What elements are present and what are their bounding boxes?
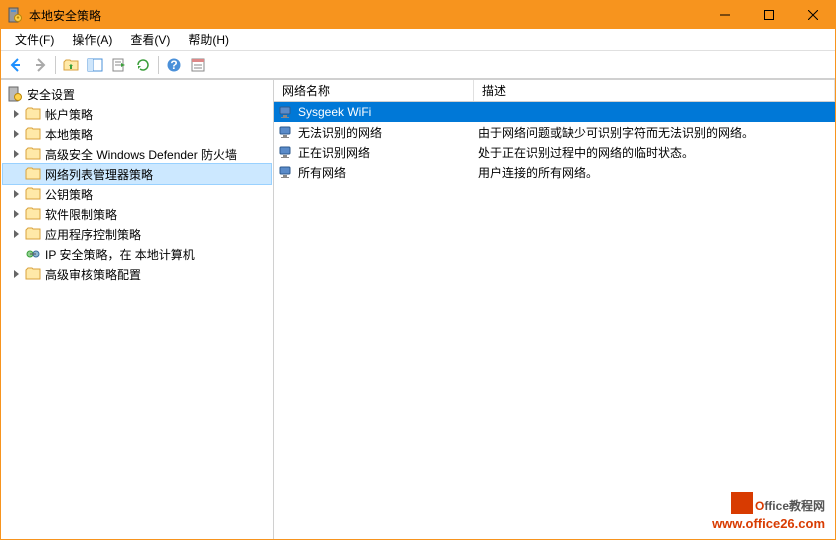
close-button[interactable] <box>791 1 835 29</box>
show-hide-tree-button[interactable] <box>84 54 106 76</box>
list-row[interactable]: 所有网络用户连接的所有网络。 <box>274 162 835 182</box>
properties-icon <box>190 57 206 73</box>
watermark: Office教程网 www.office26.com <box>712 492 825 531</box>
ipsec-icon <box>25 246 41 262</box>
menu-file[interactable]: 文件(F) <box>7 29 62 50</box>
refresh-button[interactable] <box>132 54 154 76</box>
toolbar-separator <box>55 56 56 74</box>
expander-icon[interactable] <box>11 148 23 160</box>
network-icon <box>278 124 294 140</box>
tree-item[interactable]: 软件限制策略 <box>3 204 271 224</box>
toolbar-separator <box>158 56 159 74</box>
menubar: 文件(F) 操作(A) 查看(V) 帮助(H) <box>1 29 835 51</box>
cell-name: 正在识别网络 <box>274 144 474 161</box>
tree-item-label: 网络列表管理器策略 <box>45 166 153 183</box>
expander-icon[interactable] <box>11 188 23 200</box>
tree-item[interactable]: 公钥策略 <box>3 184 271 204</box>
network-icon <box>278 164 294 180</box>
tree-root[interactable]: 安全设置 <box>3 84 271 104</box>
svg-text:?: ? <box>170 58 177 72</box>
forward-arrow-icon <box>32 57 48 73</box>
up-button[interactable] <box>60 54 82 76</box>
window-controls <box>703 1 835 29</box>
cell-name: 无法识别的网络 <box>274 124 474 141</box>
tree-pane[interactable]: 安全设置 帐户策略本地策略高级安全 Windows Defender 防火墙网络… <box>1 80 274 539</box>
close-icon <box>808 10 818 20</box>
tree-item-label: 软件限制策略 <box>45 206 117 223</box>
cell-name: 所有网络 <box>274 164 474 181</box>
folder-icon <box>25 206 41 222</box>
tree-item[interactable]: IP 安全策略，在 本地计算机 <box>3 244 271 264</box>
menu-help[interactable]: 帮助(H) <box>180 29 237 50</box>
expander-icon[interactable] <box>11 208 23 220</box>
maximize-icon <box>764 10 774 20</box>
cell-name: Sysgeek WiFi <box>274 104 474 120</box>
list-header: 网络名称 描述 <box>274 80 835 102</box>
back-button[interactable] <box>5 54 27 76</box>
network-icon <box>278 144 294 160</box>
security-settings-icon <box>7 86 23 102</box>
network-icon <box>278 104 294 120</box>
window-title: 本地安全策略 <box>29 7 703 24</box>
toolbar: ? <box>1 51 835 79</box>
tree-item[interactable]: 本地策略 <box>3 124 271 144</box>
folder-icon <box>25 126 41 142</box>
forward-button[interactable] <box>29 54 51 76</box>
back-arrow-icon <box>8 57 24 73</box>
tree-item-label: 高级安全 Windows Defender 防火墙 <box>45 146 237 163</box>
expander-icon[interactable] <box>11 108 23 120</box>
properties-button[interactable] <box>187 54 209 76</box>
folder-icon <box>25 226 41 242</box>
titlebar[interactable]: 本地安全策略 <box>1 1 835 29</box>
cell-desc: 由于网络问题或缺少可识别字符而无法识别的网络。 <box>474 124 835 141</box>
folder-icon <box>25 146 41 162</box>
folder-up-icon <box>63 57 79 73</box>
tree-item-label: IP 安全策略，在 本地计算机 <box>45 246 195 263</box>
app-icon <box>7 7 23 23</box>
app-window: 本地安全策略 文件(F) 操作(A) 查看(V) 帮助(H) <box>0 0 836 540</box>
tree-item[interactable]: 帐户策略 <box>3 104 271 124</box>
folder-icon <box>25 166 41 182</box>
export-button[interactable] <box>108 54 130 76</box>
expander-icon[interactable] <box>11 268 23 280</box>
column-network-name[interactable]: 网络名称 <box>274 80 474 101</box>
tree-item[interactable]: 高级安全 Windows Defender 防火墙 <box>3 144 271 164</box>
expander-icon[interactable] <box>11 128 23 140</box>
cell-desc: 用户连接的所有网络。 <box>474 164 835 181</box>
help-button[interactable]: ? <box>163 54 185 76</box>
list-pane: 网络名称 描述 Sysgeek WiFi 无法识别的网络由于网络问题或缺少可识别字… <box>274 80 835 539</box>
tree-item[interactable]: 应用程序控制策略 <box>3 224 271 244</box>
pane-icon <box>87 57 103 73</box>
tree-item-label: 帐户策略 <box>45 106 93 123</box>
tree-item-label: 公钥策略 <box>45 186 93 203</box>
folder-icon <box>25 266 41 282</box>
folder-icon <box>25 186 41 202</box>
tree-item-label: 应用程序控制策略 <box>45 226 141 243</box>
content-area: 安全设置 帐户策略本地策略高级安全 Windows Defender 防火墙网络… <box>1 79 835 539</box>
watermark-brand: Office教程网 <box>712 492 825 516</box>
list-row[interactable]: 正在识别网络处于正在识别过程中的网络的临时状态。 <box>274 142 835 162</box>
maximize-button[interactable] <box>747 1 791 29</box>
help-icon: ? <box>166 57 182 73</box>
tree-item[interactable]: 高级审核策略配置 <box>3 264 271 284</box>
minimize-button[interactable] <box>703 1 747 29</box>
expander-icon[interactable] <box>11 228 23 240</box>
menu-view[interactable]: 查看(V) <box>122 29 178 50</box>
export-list-icon <box>111 57 127 73</box>
refresh-icon <box>135 57 151 73</box>
cell-desc: 处于正在识别过程中的网络的临时状态。 <box>474 144 835 161</box>
list-row[interactable]: Sysgeek WiFi <box>274 102 835 122</box>
tree-item[interactable]: 网络列表管理器策略 <box>3 164 271 184</box>
watermark-url: www.office26.com <box>712 516 825 531</box>
column-description[interactable]: 描述 <box>474 80 835 101</box>
tree-item-label: 本地策略 <box>45 126 93 143</box>
office-icon <box>731 492 753 514</box>
minimize-icon <box>720 10 730 20</box>
list-body[interactable]: Sysgeek WiFi 无法识别的网络由于网络问题或缺少可识别字符而无法识别的网… <box>274 102 835 539</box>
list-row[interactable]: 无法识别的网络由于网络问题或缺少可识别字符而无法识别的网络。 <box>274 122 835 142</box>
tree-item-label: 高级审核策略配置 <box>45 266 141 283</box>
folder-icon <box>25 106 41 122</box>
tree-root-label: 安全设置 <box>27 86 75 103</box>
menu-action[interactable]: 操作(A) <box>64 29 120 50</box>
